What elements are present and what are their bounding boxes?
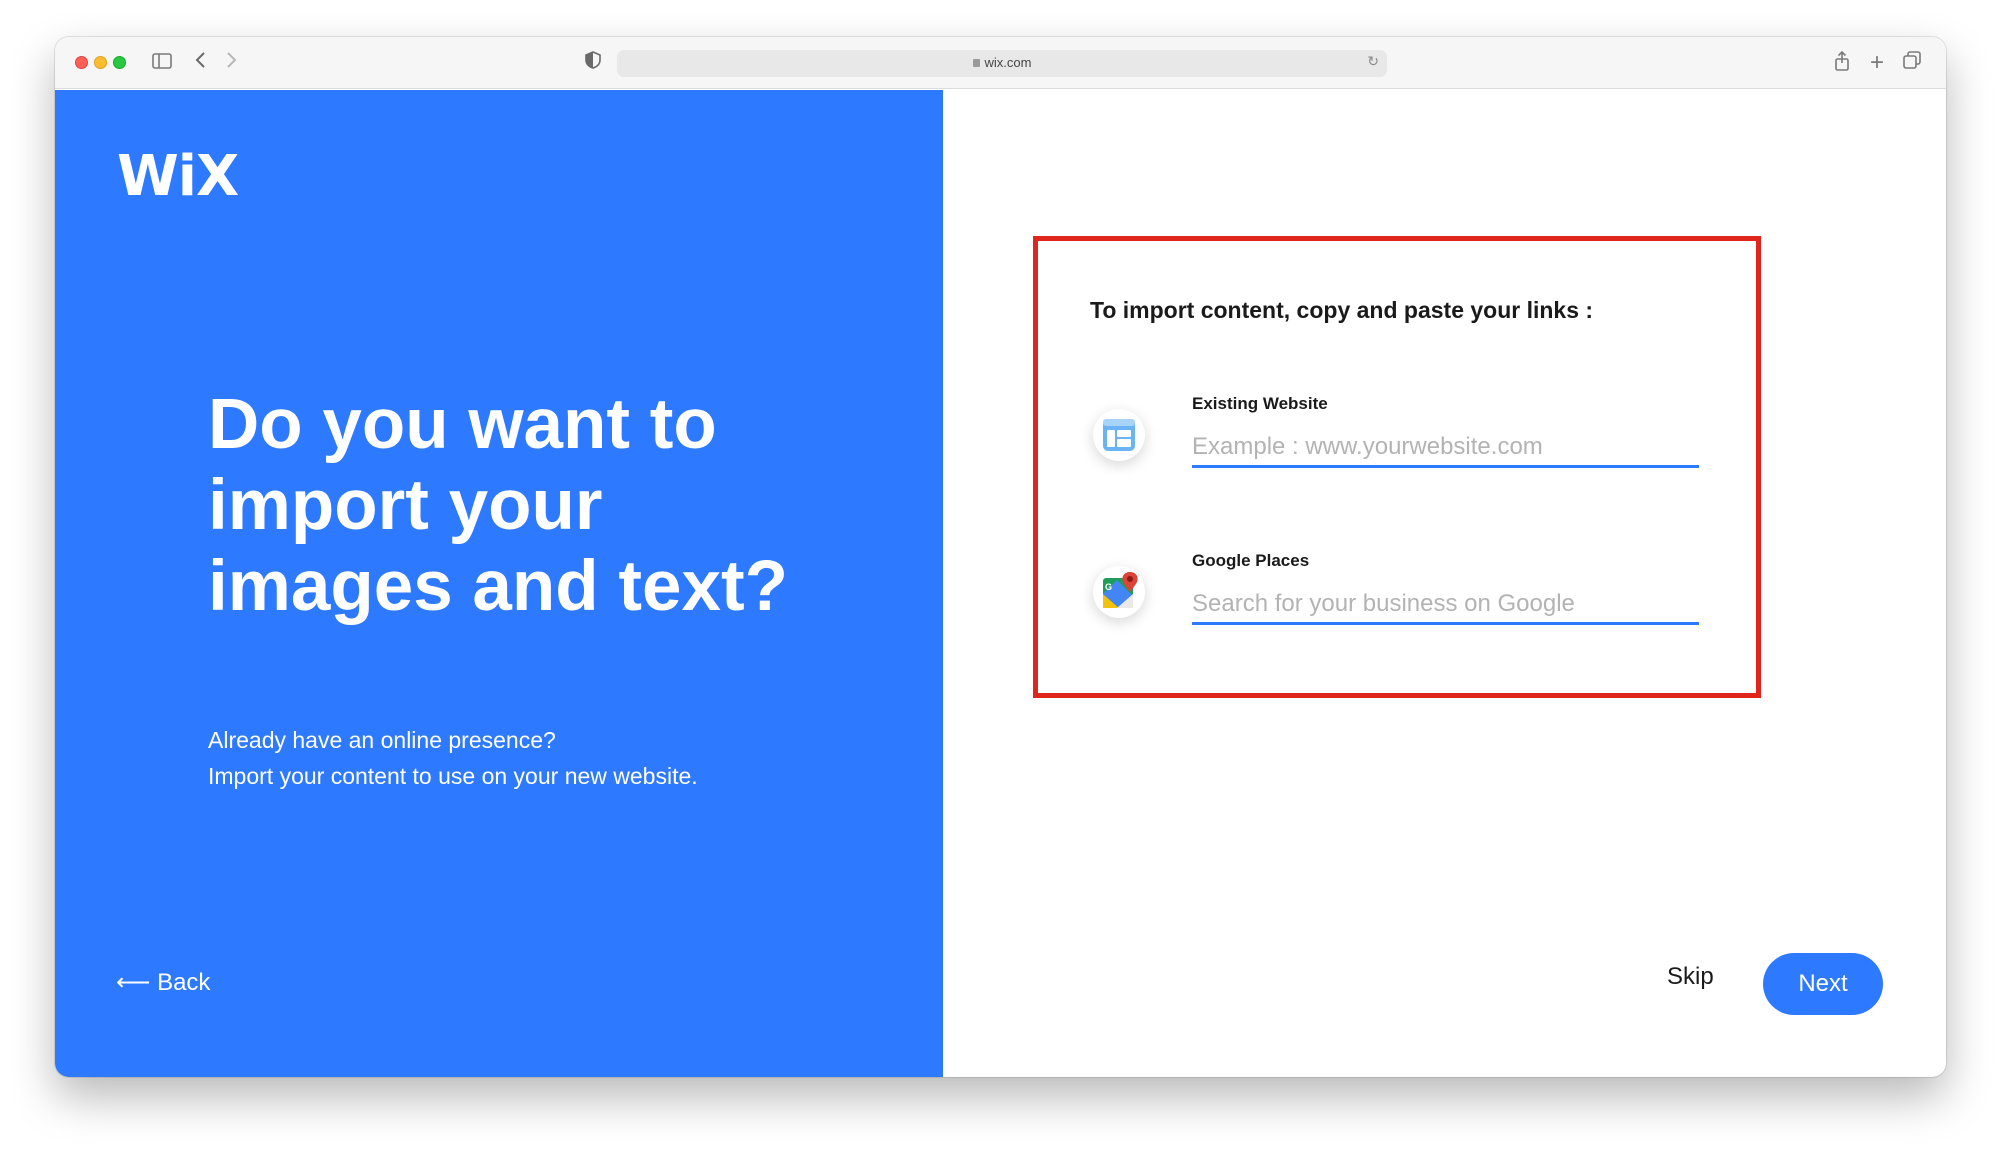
- intro-panel: WiX Do you want to import your images an…: [55, 90, 943, 1077]
- next-button[interactable]: Next: [1763, 953, 1883, 1015]
- back-button[interactable]: ⟵ Back: [116, 968, 210, 997]
- lock-icon: [972, 59, 980, 67]
- svg-text:G: G: [1105, 582, 1112, 592]
- google-places-label: Google Places: [1192, 551, 1310, 570]
- browser-toolbar: wix.com ↻ +: [55, 37, 1946, 89]
- intro-subtext: Already have an online presence? Import …: [208, 722, 848, 794]
- share-icon[interactable]: [1832, 50, 1852, 75]
- google-places-search-input[interactable]: [1192, 585, 1699, 625]
- import-instructions: To import content, copy and paste your l…: [1090, 297, 1594, 323]
- google-maps-icon: G: [1093, 566, 1145, 618]
- browser-window: wix.com ↻ + WiX Do you want to import yo…: [55, 37, 1946, 1077]
- intro-subtext-line-1: Already have an online presence?: [208, 727, 556, 753]
- new-tab-icon[interactable]: +: [1867, 51, 1887, 75]
- zoom-window-button[interactable]: [113, 56, 126, 69]
- minimize-window-button[interactable]: [94, 56, 107, 69]
- privacy-shield-icon[interactable]: [583, 51, 603, 75]
- address-bar[interactable]: wix.com ↻: [617, 50, 1387, 77]
- website-layout-icon: [1093, 409, 1145, 461]
- existing-website-label: Existing Website: [1192, 394, 1328, 413]
- intro-subtext-line-2: Import your content to use on your new w…: [208, 763, 698, 789]
- skip-button[interactable]: Skip: [1667, 963, 1714, 991]
- sidebar-toggle-icon[interactable]: [151, 51, 173, 75]
- close-window-button[interactable]: [75, 56, 88, 69]
- url-text: wix.com: [984, 55, 1032, 70]
- existing-website-input[interactable]: [1192, 428, 1699, 468]
- import-content-box: To import content, copy and paste your l…: [1033, 236, 1761, 698]
- wix-logo: WiX: [117, 144, 239, 209]
- browser-back-icon[interactable]: [191, 51, 209, 75]
- reload-icon[interactable]: ↻: [1367, 53, 1379, 70]
- browser-forward-icon[interactable]: [223, 51, 241, 75]
- tab-overview-icon[interactable]: [1902, 51, 1922, 75]
- page-title: Do you want to import your images and te…: [208, 385, 788, 626]
